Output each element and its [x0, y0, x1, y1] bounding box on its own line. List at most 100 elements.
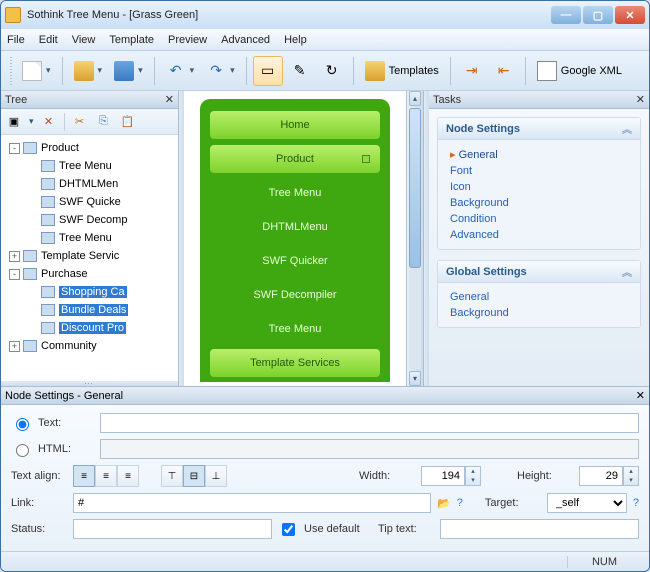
task-link[interactable]: Background [450, 195, 628, 211]
googlexml-label: Google XML [561, 65, 622, 77]
tree-node[interactable]: -Product [3, 139, 176, 157]
menu-edit[interactable]: Edit [39, 34, 58, 46]
edit-node-button[interactable]: ✎ [285, 56, 315, 86]
align-left-button[interactable]: ≡ [73, 465, 95, 487]
save-button[interactable]: ▾ [109, 56, 148, 86]
refresh-button[interactable]: ↻ [317, 56, 347, 86]
text-input[interactable] [100, 413, 639, 433]
tree-node[interactable]: Discount Pro [3, 319, 176, 337]
preview-item[interactable]: DHTMLMenu [210, 213, 380, 241]
export-icon: ⇥ [462, 61, 482, 81]
menu-view[interactable]: View [72, 34, 96, 46]
tree-node[interactable]: +Template Servic [3, 247, 176, 265]
chevron-up-icon: ︽ [622, 264, 632, 279]
node-settings-panel: Node Settings - General✕ Text: HTML: Tex… [1, 386, 649, 551]
tree-node[interactable]: Shopping Ca [3, 283, 176, 301]
menu-file[interactable]: File [7, 34, 25, 46]
status-num: NUM [567, 556, 641, 568]
usedefault-checkbox[interactable] [282, 523, 295, 536]
node-settings-group: Node Settings︽ GeneralFontIconBackground… [437, 117, 641, 250]
valign-mid-button[interactable]: ⊟ [183, 465, 205, 487]
preview-item[interactable]: Home [210, 111, 380, 139]
preview-scrollbar[interactable]: ▴ ▾ [406, 91, 423, 386]
redo-button[interactable]: ↷▾ [201, 56, 240, 86]
tree-node[interactable]: DHTMLMen [3, 175, 176, 193]
preview-item[interactable]: SWF Quicker [210, 247, 380, 275]
minimize-button[interactable]: — [551, 6, 581, 24]
tree-node[interactable]: SWF Quicke [3, 193, 176, 211]
preview-item[interactable]: Product [210, 145, 380, 173]
paste-icon[interactable]: 📋 [119, 113, 137, 131]
html-input[interactable] [100, 439, 639, 459]
templates-button[interactable]: Templates [360, 56, 444, 86]
node-settings-header[interactable]: Node Settings︽ [438, 118, 640, 140]
help-icon-2[interactable]: ? [633, 497, 639, 509]
menu-advanced[interactable]: Advanced [221, 34, 270, 46]
task-link[interactable]: Advanced [450, 227, 628, 243]
layout-toggle-button[interactable]: ▭ [253, 56, 283, 86]
undo-button[interactable]: ↶▾ [161, 56, 200, 86]
layout-icon: ▭ [258, 61, 278, 81]
height-spinner[interactable]: ▴▾ [623, 466, 639, 486]
preview-item[interactable]: Tree Menu [210, 315, 380, 343]
tree-node[interactable]: SWF Decomp [3, 211, 176, 229]
height-input[interactable] [579, 466, 623, 486]
tree-close-icon[interactable]: ✕ [165, 93, 174, 106]
tasks-close-icon[interactable]: ✕ [636, 93, 645, 106]
valign-bottom-button[interactable]: ⊥ [205, 465, 227, 487]
link-label: Link: [11, 497, 67, 509]
text-radio[interactable] [16, 418, 29, 431]
tree-node[interactable]: Tree Menu [3, 229, 176, 247]
tree-node[interactable]: +Community [3, 337, 176, 355]
help-icon[interactable]: ? [457, 497, 463, 509]
align-right-button[interactable]: ≡ [117, 465, 139, 487]
tasks-panel: Tasks✕ Node Settings︽ GeneralFontIconBac… [429, 91, 649, 386]
link-input[interactable] [73, 493, 431, 513]
tree-panel: Tree✕ ▣▾ ✕ ✂ ⎘ 📋 -ProductTree MenuDHTMLM… [1, 91, 179, 386]
tree-node[interactable]: -Purchase [3, 265, 176, 283]
html-radio[interactable] [16, 444, 29, 457]
global-settings-group: Global Settings︽ GeneralBackground [437, 260, 641, 328]
menu-template[interactable]: Template [109, 34, 154, 46]
tasks-title: Tasks [433, 94, 461, 106]
status-input[interactable] [73, 519, 272, 539]
tiptext-input[interactable] [440, 519, 639, 539]
tree-collapse-icon[interactable]: ▣ [5, 113, 23, 131]
node-settings-close-icon[interactable]: ✕ [636, 389, 645, 402]
menu-preview[interactable]: Preview [168, 34, 207, 46]
preview-item[interactable]: Template Services [210, 349, 380, 377]
task-link[interactable]: Background [450, 305, 628, 321]
close-button[interactable]: ✕ [615, 6, 645, 24]
copy-icon[interactable]: ⎘ [95, 113, 113, 131]
tree-node[interactable]: Bundle Deals [3, 301, 176, 319]
task-link[interactable]: General [450, 146, 628, 163]
tree-node[interactable]: Tree Menu [3, 157, 176, 175]
align-center-button[interactable]: ≡ [95, 465, 117, 487]
edit-icon: ✎ [290, 61, 310, 81]
tree-body[interactable]: -ProductTree MenuDHTMLMenSWF QuickeSWF D… [1, 135, 178, 381]
width-label: Width: [359, 470, 415, 482]
global-settings-header[interactable]: Global Settings︽ [438, 261, 640, 283]
valign-top-button[interactable]: ⊤ [161, 465, 183, 487]
task-link[interactable]: Condition [450, 211, 628, 227]
open-icon [74, 61, 94, 81]
export-button2[interactable]: ⇤ [489, 56, 519, 86]
preview-item[interactable]: SWF Decompiler [210, 281, 380, 309]
textalign-label: Text align: [11, 470, 67, 482]
cut-icon[interactable]: ✂ [71, 113, 89, 131]
target-select[interactable]: _self [547, 493, 627, 513]
menu-help[interactable]: Help [284, 34, 307, 46]
task-link[interactable]: General [450, 289, 628, 305]
export-button1[interactable]: ⇥ [457, 56, 487, 86]
googlexml-button[interactable]: Google XML [532, 56, 627, 86]
open-button[interactable]: ▾ [69, 56, 108, 86]
maximize-button[interactable]: ▢ [583, 6, 613, 24]
task-link[interactable]: Font [450, 163, 628, 179]
preview-item[interactable]: Tree Menu [210, 179, 380, 207]
new-button[interactable]: ▾ [17, 56, 56, 86]
task-link[interactable]: Icon [450, 179, 628, 195]
width-input[interactable] [421, 466, 465, 486]
browse-icon[interactable]: 📂 [437, 497, 451, 510]
width-spinner[interactable]: ▴▾ [465, 466, 481, 486]
delete-icon[interactable]: ✕ [40, 113, 58, 131]
